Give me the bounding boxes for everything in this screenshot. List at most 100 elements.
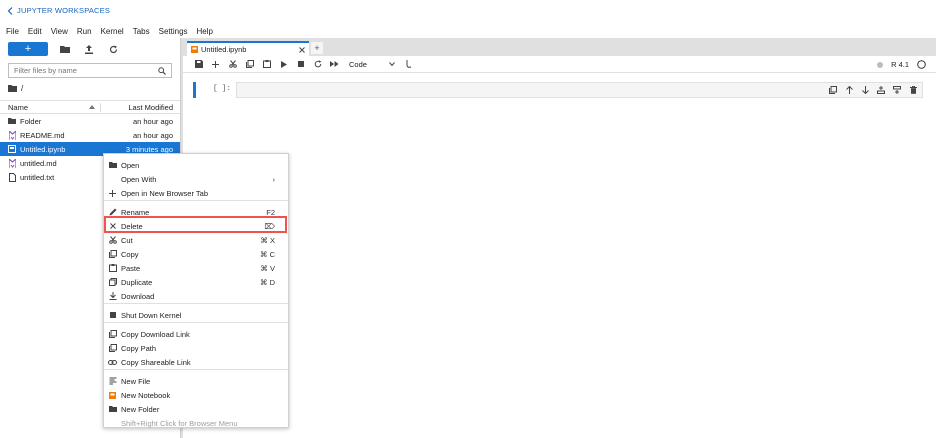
kernel-name[interactable]: R 4.1: [891, 60, 909, 69]
menu-edit[interactable]: Edit: [28, 27, 42, 36]
chevron-left-icon: [7, 6, 13, 15]
plus-icon: [104, 189, 121, 197]
folder-icon: [104, 406, 121, 412]
insert-above-button[interactable]: [876, 85, 886, 95]
filter-files-input[interactable]: [14, 66, 144, 75]
tab-untitled-ipynb[interactable]: Untitled.ipynb: [187, 41, 309, 56]
notebook-toolbar: Code R 4.1: [183, 56, 936, 73]
context-menu-label: Copy Download Link: [121, 329, 190, 339]
context-menu-item-download[interactable]: Download: [104, 289, 288, 303]
insert-below-button[interactable]: [892, 85, 902, 95]
context-menu-label: Download: [121, 291, 155, 301]
context-menu-label: Shift+Right Click for Browser Menu: [121, 418, 238, 428]
scissors-icon: [104, 236, 121, 244]
context-menu-item-open[interactable]: Open: [104, 158, 288, 172]
context-menu-label: Open: [121, 160, 140, 170]
stop-icon: [297, 61, 304, 67]
context-menu-item-open-in-new-browser-tab[interactable]: Open in New Browser Tab: [104, 186, 288, 200]
column-name-label: Name: [8, 102, 29, 112]
context-menu-item-new-notebook[interactable]: New Notebook: [104, 388, 288, 402]
sort-ascending-icon: [89, 105, 95, 109]
move-up-button[interactable]: [844, 85, 854, 95]
move-down-button[interactable]: [860, 85, 870, 95]
restart-run-all-button[interactable]: [326, 57, 343, 71]
context-menu-item-paste[interactable]: Paste ⌘ V: [104, 261, 288, 275]
menu-file[interactable]: File: [6, 27, 19, 36]
restart-kernel-button[interactable]: [309, 57, 326, 71]
git-diff-button[interactable]: [401, 57, 418, 71]
code-cell[interactable]: [ ]:: [193, 82, 923, 98]
delete-cell-button[interactable]: [908, 85, 918, 95]
download-icon: [104, 292, 121, 300]
context-menu-item-copy-shareable-link[interactable]: Copy Shareable Link: [104, 355, 288, 369]
context-menu-label: Shut Down Kernel: [121, 310, 182, 320]
back-to-workspaces-link[interactable]: JUPYTER WORKSPACES: [7, 6, 110, 15]
cell-type-value: Code: [349, 59, 367, 69]
duplicate-cell-button[interactable]: [828, 85, 838, 95]
notebook-icon: [8, 145, 16, 154]
upload-button[interactable]: [82, 42, 96, 56]
paste-cell-button[interactable]: [258, 57, 275, 71]
context-menu-label: Duplicate: [121, 277, 153, 287]
context-menu-item-new-file[interactable]: New File: [104, 374, 288, 388]
fast-forward-icon: [330, 61, 339, 67]
text-file-icon: [8, 172, 16, 182]
save-button[interactable]: [190, 57, 207, 71]
new-folder-button[interactable]: [58, 42, 72, 56]
column-name-header[interactable]: Name: [8, 102, 101, 112]
file-modified: an hour ago: [132, 116, 173, 126]
paste-icon: [104, 264, 121, 272]
trash-icon: [909, 86, 917, 94]
context-menu-label: Copy Shareable Link: [121, 357, 191, 367]
filter-files-field[interactable]: [8, 63, 172, 78]
menu-run[interactable]: Run: [77, 27, 92, 36]
menu-view[interactable]: View: [51, 27, 68, 36]
close-icon[interactable]: [299, 46, 305, 53]
file-row-readme[interactable]: README.md an hour ago: [0, 128, 180, 142]
new-launcher-button[interactable]: +: [8, 42, 48, 56]
folder-icon[interactable]: [8, 85, 17, 92]
folder-icon: [104, 162, 121, 168]
refresh-button[interactable]: [106, 42, 120, 56]
file-name: Untitled.ipynb: [20, 144, 66, 154]
refresh-icon: [109, 45, 117, 53]
file-browser-toolbar: +: [0, 38, 180, 60]
column-modified-header[interactable]: Last Modified: [128, 103, 173, 112]
new-tab-button[interactable]: +: [311, 42, 323, 54]
context-menu-label: New Notebook: [121, 390, 171, 400]
context-menu-item-duplicate[interactable]: Duplicate ⌘ D: [104, 275, 288, 289]
folder-icon: [8, 117, 16, 126]
context-menu-item-cut[interactable]: Cut ⌘ X: [104, 233, 288, 247]
context-menu-item-copy[interactable]: Copy ⌘ C: [104, 247, 288, 261]
context-menu-separator: [104, 322, 288, 323]
insert-cell-button[interactable]: [207, 57, 224, 71]
cell-editor[interactable]: [236, 82, 923, 98]
context-menu-item-open-with[interactable]: Open With ›: [104, 172, 288, 186]
copy-icon: [245, 60, 254, 68]
cell-collapser[interactable]: [193, 82, 196, 98]
chevron-down-icon: [389, 62, 395, 66]
copy-cell-button[interactable]: [241, 57, 258, 71]
context-menu-item-shut-down-kernel[interactable]: Shut Down Kernel: [104, 308, 288, 322]
cell-type-dropdown[interactable]: Code: [349, 60, 395, 69]
save-icon: [194, 60, 203, 68]
menu-settings[interactable]: Settings: [159, 27, 188, 36]
arrow-up-icon: [845, 86, 853, 94]
plus-icon: [212, 60, 219, 68]
copy-icon: [104, 330, 121, 338]
context-menu-item-copy-download-link[interactable]: Copy Download Link: [104, 327, 288, 341]
delete-highlight-box: [104, 216, 287, 233]
git-icon: [406, 60, 412, 68]
menu-kernel[interactable]: Kernel: [101, 27, 124, 36]
breadcrumb-root[interactable]: /: [21, 84, 23, 93]
context-menu-separator: [104, 200, 288, 201]
file-row-folder[interactable]: Folder an hour ago: [0, 114, 180, 128]
menu-help[interactable]: Help: [197, 27, 213, 36]
context-menu-item-copy-path[interactable]: Copy Path: [104, 341, 288, 355]
run-cell-button[interactable]: [275, 57, 292, 71]
menu-tabs[interactable]: Tabs: [133, 27, 150, 36]
cut-cell-button[interactable]: [224, 57, 241, 71]
context-menu-label: New File: [121, 376, 151, 386]
context-menu-item-new-folder[interactable]: New Folder: [104, 402, 288, 416]
interrupt-kernel-button[interactable]: [292, 57, 309, 71]
